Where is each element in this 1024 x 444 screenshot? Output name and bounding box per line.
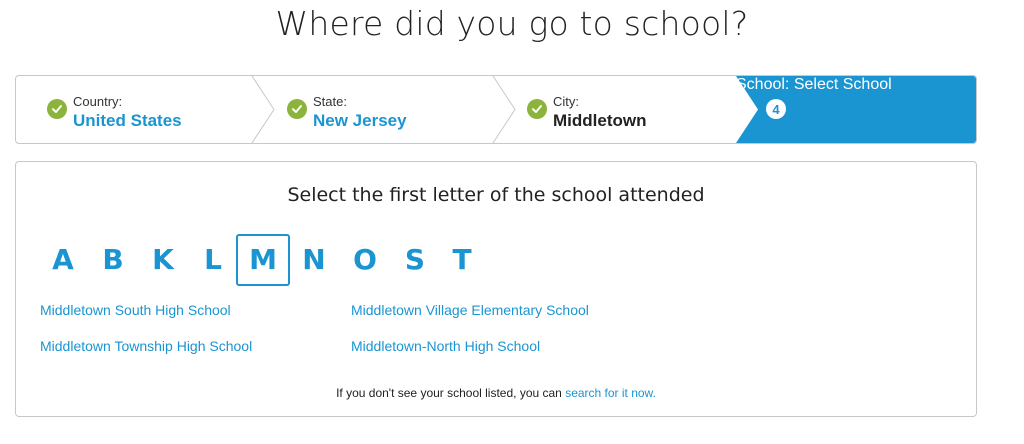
letter-t[interactable]: T (435, 234, 489, 286)
step-value: Select School (793, 76, 892, 93)
step-value: New Jersey (313, 111, 407, 130)
step-value: Middletown (553, 111, 647, 130)
letter-k[interactable]: K (136, 234, 190, 286)
step-separator (251, 76, 275, 143)
letter-prompt: Select the first letter of the school at… (287, 184, 705, 206)
school-picker-panel: Select the first letter of the school at… (15, 161, 977, 417)
school-link[interactable]: Middletown Village Elementary School (351, 302, 589, 318)
check-icon (527, 99, 547, 119)
page-title: Where did you go to school? (275, 4, 749, 43)
progress-stepper: Country: United States State: New Jersey… (15, 75, 977, 144)
step-number-badge: 4 (766, 99, 786, 119)
school-link[interactable]: Middletown South High School (40, 302, 231, 318)
step-separator (492, 76, 516, 143)
letter-a[interactable]: A (36, 234, 90, 286)
step-label: School: (736, 76, 790, 93)
step-label: Country: (73, 94, 123, 109)
check-icon (47, 99, 67, 119)
school-link[interactable]: Middletown Township High School (40, 338, 252, 354)
step-label: City: (553, 94, 579, 109)
letter-s[interactable]: S (388, 234, 442, 286)
school-link[interactable]: Middletown-North High School (351, 338, 540, 354)
letter-l[interactable]: L (186, 234, 240, 286)
check-icon (287, 99, 307, 119)
footer-text: If you don't see your school listed, you… (336, 386, 566, 400)
footer-note: If you don't see your school listed, you… (16, 386, 976, 400)
search-school-link[interactable]: search for it now. (565, 386, 656, 400)
letter-b[interactable]: B (86, 234, 140, 286)
letter-m-selected[interactable]: M (236, 234, 290, 286)
step-value: United States (73, 111, 182, 130)
letter-n[interactable]: N (287, 234, 341, 286)
letter-o[interactable]: O (338, 234, 392, 286)
step-school-active[interactable]: 4 School: Select School (736, 76, 976, 143)
step-label: State: (313, 94, 347, 109)
